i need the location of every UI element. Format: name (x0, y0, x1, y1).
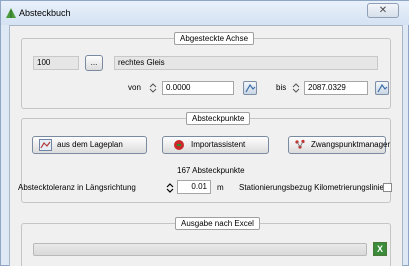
points-group-title: Absteckpunkte (186, 112, 251, 125)
dialog-content: Abgesteckte Achse 100 ... rechtes Gleis … (9, 25, 403, 266)
tolerance-input[interactable]: 0.01 (177, 180, 211, 194)
from-input[interactable]: 0.0000 (162, 81, 234, 95)
constraint-manager-button[interactable]: Zwangspunktmanager (288, 136, 390, 154)
dialog-window: Absteckbuch ✕ Abgesteckte Achse 100 ... … (0, 0, 409, 266)
to-input[interactable]: 2087.0329 (304, 81, 368, 95)
pick-icon (377, 83, 388, 93)
pick-to-button[interactable] (375, 81, 389, 95)
browse-axis-button[interactable]: ... (85, 55, 103, 71)
station-ref-label: Stationierungsbezug Kilometrierungslinie (239, 183, 384, 192)
app-icon (6, 8, 16, 18)
import-assistant-button[interactable]: Importassistent (162, 136, 269, 154)
close-button[interactable]: ✕ (367, 3, 399, 18)
axis-number-field: 100 (33, 56, 79, 70)
axis-group: Abgesteckte Achse 100 ... rechtes Gleis … (21, 32, 391, 109)
excel-progress-bar (33, 243, 367, 256)
title-bar[interactable]: Absteckbuch ✕ (1, 1, 409, 25)
station-ref-checkbox[interactable] (383, 183, 392, 192)
to-spin-icon[interactable] (292, 82, 300, 94)
excel-group-title: Ausgabe nach Excel (175, 217, 260, 230)
from-plan-button[interactable]: aus dem Lageplan (32, 136, 147, 154)
points-icon (295, 139, 305, 149)
tolerance-spin-icon[interactable] (166, 182, 174, 194)
pick-icon (245, 83, 256, 93)
points-count: 167 Absteckpunkte (177, 166, 245, 175)
points-group: Absteckpunkte aus dem Lageplan Importass… (18, 112, 392, 203)
excel-group: Ausgabe nach Excel X (21, 217, 391, 266)
axis-group-title: Abgesteckte Achse (174, 32, 255, 45)
axis-name-field: rechtes Gleis (114, 56, 378, 70)
excel-icon: X (376, 244, 383, 254)
from-spin-icon[interactable] (149, 82, 157, 94)
map-icon (39, 139, 52, 151)
from-label: von (128, 83, 141, 92)
window-title: Absteckbuch (19, 8, 71, 18)
from-plan-label: aus dem Lageplan (57, 140, 123, 149)
import-assistant-label: Importassistent (191, 140, 246, 149)
to-label: bis (276, 83, 287, 92)
tolerance-label: Absteckt​oleranz in Längsrichtung (18, 183, 136, 192)
red-ball-icon (174, 140, 184, 150)
pick-from-button[interactable] (243, 81, 257, 95)
tolerance-unit: m (217, 183, 224, 192)
constraint-manager-label: Zwangspunktmanager (311, 140, 391, 149)
excel-export-button[interactable]: X (373, 242, 387, 256)
